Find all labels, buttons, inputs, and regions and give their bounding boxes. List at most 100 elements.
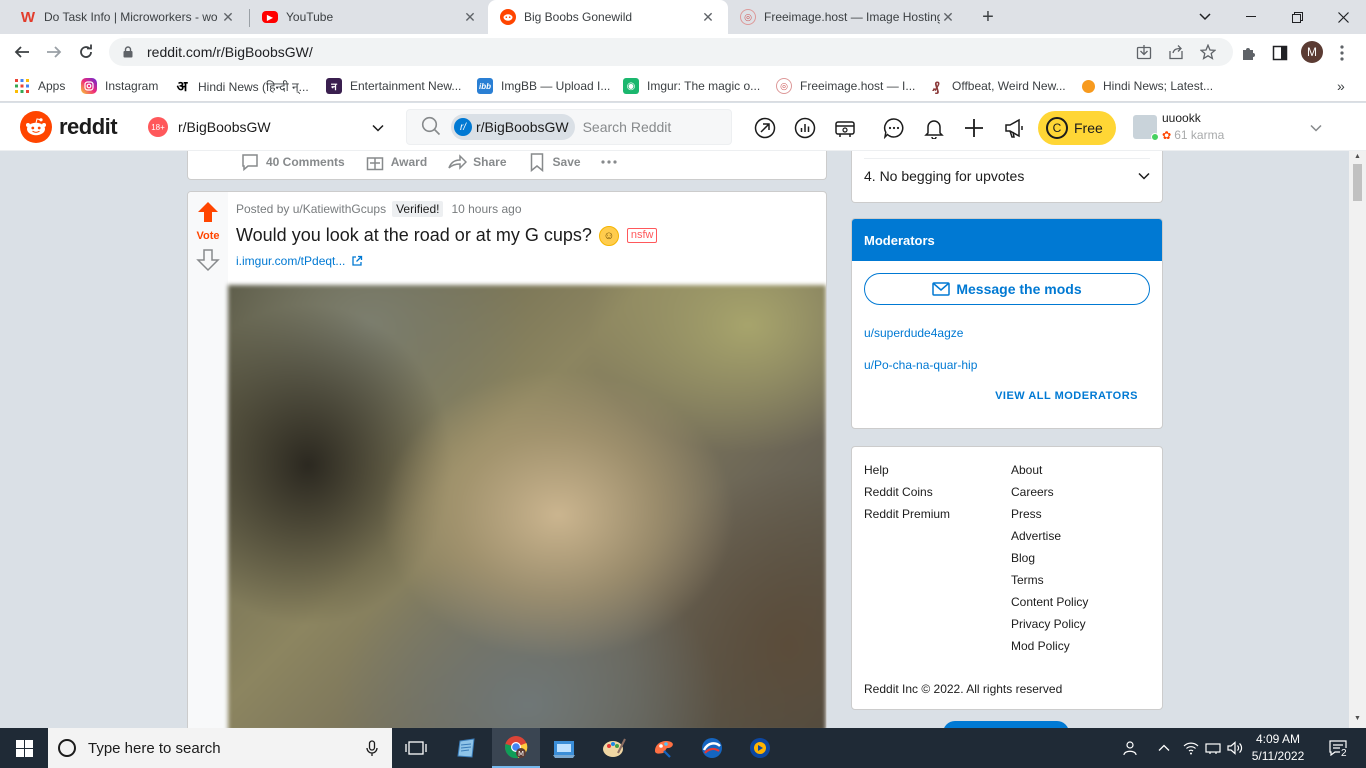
new-tab-button[interactable]: + <box>976 5 1000 29</box>
more-options-icon[interactable] <box>600 160 623 164</box>
bookmark-offbeat[interactable]: ₰ Offbeat, Weird New... <box>928 76 1066 96</box>
footer-link-help[interactable]: Help <box>864 463 889 477</box>
share-icon[interactable] <box>1166 42 1186 62</box>
wifi-icon[interactable] <box>1180 728 1202 768</box>
footer-link-privacy-policy[interactable]: Privacy Policy <box>1011 617 1086 631</box>
browser-tab-microworkers[interactable]: W Do Task Info | Microworkers - wo ✕ <box>8 0 248 34</box>
create-post-plus-icon[interactable] <box>962 116 986 140</box>
kebab-menu-icon[interactable] <box>1331 42 1353 64</box>
close-icon[interactable]: ✕ <box>220 9 236 26</box>
bookmark-star-icon[interactable] <box>1198 42 1218 62</box>
browser-tab-reddit[interactable]: Big Boobs Gonewild ✕ <box>488 0 728 34</box>
footer-link-terms[interactable]: Terms <box>1011 573 1044 587</box>
share-button[interactable]: Share <box>447 152 507 172</box>
comments-button[interactable]: 40 Comments <box>240 152 345 172</box>
people-icon[interactable] <box>1118 728 1142 768</box>
free-coins-button[interactable]: C Free <box>1038 111 1116 145</box>
reload-icon[interactable] <box>73 40 99 64</box>
more-bookmarks-chevron-icon[interactable]: » <box>1337 76 1345 96</box>
profile-avatar[interactable]: M <box>1301 41 1323 63</box>
task-view-icon[interactable] <box>392 728 440 768</box>
post-time[interactable]: 10 hours ago <box>451 202 521 216</box>
moderator-link[interactable]: u/superdude4agze <box>864 326 963 340</box>
network-icon[interactable] <box>1202 728 1224 768</box>
save-button[interactable]: Save <box>527 152 581 172</box>
notification-bell-icon[interactable] <box>922 116 946 140</box>
coins-shop-icon[interactable] <box>833 116 857 140</box>
system-clock[interactable]: 4:09 AM 5/11/2022 <box>1248 731 1308 765</box>
footer-link-reddit-coins[interactable]: Reddit Coins <box>864 485 933 499</box>
footer-link-blog[interactable]: Blog <box>1011 551 1035 565</box>
bookmark-imgbb[interactable]: ibb ImgBB — Upload I... <box>477 76 610 96</box>
url-text[interactable]: reddit.com/r/BigBoobsGW/ <box>147 44 313 60</box>
footer-link-careers[interactable]: Careers <box>1011 485 1054 499</box>
paint-3d-app-icon[interactable] <box>640 728 688 768</box>
post-title[interactable]: Would you look at the road or at my G cu… <box>236 225 658 246</box>
bookmark-apps[interactable]: Apps <box>14 76 65 96</box>
side-panel-icon[interactable] <box>1269 42 1291 64</box>
footer-link-reddit-premium[interactable]: Reddit Premium <box>864 507 950 521</box>
footer-link-about[interactable]: About <box>1011 463 1042 477</box>
close-icon[interactable]: ✕ <box>940 9 956 26</box>
tab-search-icon[interactable] <box>1182 0 1228 34</box>
extensions-puzzle-icon[interactable] <box>1237 42 1259 64</box>
close-icon[interactable]: ✕ <box>462 9 478 26</box>
footer-link-press[interactable]: Press <box>1011 507 1042 521</box>
reddit-logo[interactable]: reddit <box>20 111 118 143</box>
advertise-megaphone-icon[interactable] <box>1002 116 1026 140</box>
search-input[interactable]: Search Reddit <box>583 119 672 135</box>
view-all-moderators-link[interactable]: VIEW ALL MODERATORS <box>995 390 1138 402</box>
bookmark-hindi-news[interactable]: अ Hindi News (हिन्दी न्... <box>174 76 309 96</box>
taskbar-search-input[interactable]: Type here to search <box>88 740 221 757</box>
browser-tab-youtube[interactable]: ▶ YouTube ✕ <box>250 0 490 34</box>
stats-chart-icon[interactable] <box>793 116 817 140</box>
post-image-blurred[interactable] <box>228 285 826 730</box>
taskbar-search[interactable]: Type here to search <box>48 728 392 768</box>
file-explorer-app-icon[interactable] <box>540 728 588 768</box>
close-window-button[interactable] <box>1320 0 1366 34</box>
user-dropdown[interactable]: uuookk ✿ 61 karma <box>1133 111 1333 145</box>
post-external-link[interactable]: i.imgur.com/tPdeqt... <box>236 254 363 268</box>
scroll-down-arrow-icon[interactable]: ▼ <box>1354 715 1361 722</box>
link-text[interactable]: i.imgur.com/tPdeqt... <box>236 254 345 268</box>
chat-bubble-icon[interactable] <box>882 116 906 140</box>
post-author[interactable]: Posted by u/KatiewithGcups <box>236 202 386 216</box>
browser-tab-freeimage[interactable]: ◎ Freeimage.host — Image Hosting ✕ <box>728 0 968 34</box>
volume-icon[interactable] <box>1224 728 1246 768</box>
media-player-app-icon[interactable] <box>736 728 784 768</box>
bookmark-instagram[interactable]: Instagram <box>81 76 158 96</box>
rule-item[interactable]: 4. No begging for upvotes <box>864 158 1150 192</box>
downvote-arrow-icon[interactable] <box>196 248 220 272</box>
message-mods-button[interactable]: Message the mods <box>864 273 1150 305</box>
bookmark-freeimage[interactable]: ◎ Freeimage.host — I... <box>776 76 915 96</box>
address-bar[interactable]: reddit.com/r/BigBoobsGW/ <box>109 38 1233 66</box>
community-selector[interactable]: 18+ r/BigBoobsGW <box>142 111 384 143</box>
upvote-arrow-icon[interactable] <box>196 200 220 224</box>
footer-link-content-policy[interactable]: Content Policy <box>1011 595 1088 609</box>
bookmark-entertainment[interactable]: न Entertainment New... <box>326 76 461 96</box>
photo-app-icon[interactable] <box>688 728 736 768</box>
scroll-thumb[interactable] <box>1353 164 1362 201</box>
install-app-icon[interactable] <box>1134 42 1154 62</box>
lock-icon[interactable] <box>123 45 137 59</box>
scroll-up-arrow-icon[interactable]: ▲ <box>1354 153 1361 160</box>
maximize-button[interactable] <box>1274 0 1320 34</box>
footer-link-mod-policy[interactable]: Mod Policy <box>1011 639 1070 653</box>
award-button[interactable]: Award <box>365 152 427 172</box>
search-community-chip[interactable]: r/ r/BigBoobsGW <box>451 114 575 140</box>
popular-arrow-icon[interactable] <box>753 116 777 140</box>
page-scrollbar[interactable]: ▲ ▼ <box>1349 151 1366 728</box>
show-hidden-icons-chevron-icon[interactable] <box>1154 728 1174 768</box>
forward-arrow-icon[interactable] <box>41 40 67 64</box>
moderator-link[interactable]: u/Po-cha-na-quar-hip <box>864 358 977 372</box>
notepad-app-icon[interactable] <box>442 728 490 768</box>
windows-start-icon[interactable] <box>0 728 48 768</box>
post-card[interactable]: Vote Posted by u/KatiewithGcups Verified… <box>187 191 827 731</box>
chrome-app-icon[interactable]: M <box>492 728 540 768</box>
footer-link-advertise[interactable]: Advertise <box>1011 529 1061 543</box>
close-icon[interactable]: ✕ <box>700 9 716 26</box>
post-title-text[interactable]: Would you look at the road or at my G cu… <box>236 225 592 246</box>
bookmark-hindi-latest[interactable]: Hindi News; Latest... <box>1082 76 1213 96</box>
action-center-icon[interactable]: 2 <box>1318 728 1358 768</box>
bookmark-imgur[interactable]: ◉ Imgur: The magic o... <box>623 76 760 96</box>
